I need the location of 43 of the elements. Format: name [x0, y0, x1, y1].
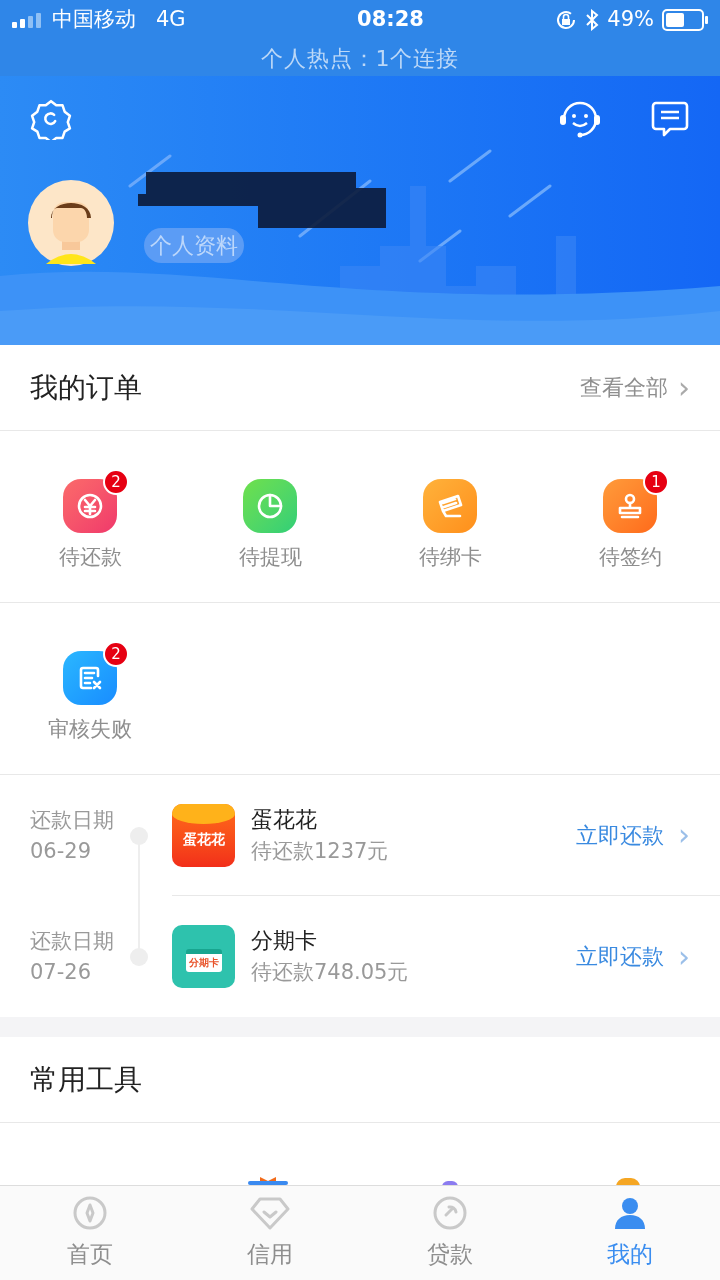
pie-chart-icon	[243, 479, 297, 533]
app-logo: 蛋花花	[172, 803, 235, 867]
repay-now-link[interactable]: 立即还款 ›	[576, 940, 690, 973]
tab-item[interactable]: 信用	[180, 1186, 360, 1280]
view-all-link[interactable]: 查看全部 ›	[580, 371, 690, 404]
card-logo: 分期卡	[172, 925, 235, 988]
bluetooth-icon	[585, 9, 600, 31]
order-item[interactable]: 1 待签约	[540, 465, 720, 568]
amount-due: 待还款748.05元	[251, 962, 410, 983]
due-date: 06-29	[30, 840, 93, 862]
tab-item[interactable]: 贷款	[360, 1186, 540, 1280]
order-item[interactable]: 待提现	[180, 465, 360, 568]
clock: 08:28	[357, 6, 424, 34]
tab-item[interactable]: 我的	[540, 1186, 720, 1280]
network-type: 4G	[156, 6, 186, 34]
section-title: 常用工具	[30, 1061, 142, 1098]
battery-icon	[662, 9, 708, 31]
due-date: 07-26	[30, 961, 93, 983]
lender-name: 分期卡	[251, 930, 318, 952]
due-date-label: 还款日期	[30, 930, 115, 952]
count-badge: 2	[103, 641, 129, 667]
messages-button[interactable]	[650, 99, 690, 139]
order-item[interactable]: 2 待还款	[0, 465, 180, 568]
carrier-name: 中国移动	[52, 6, 136, 34]
section-title: 我的订单	[30, 369, 142, 406]
profile-link[interactable]: 个人资料	[144, 227, 244, 263]
order-item[interactable]: 待绑卡	[360, 465, 540, 568]
count-badge: 2	[103, 469, 129, 495]
battery-percent: 49%	[607, 6, 654, 34]
tab-item[interactable]: 首页	[0, 1186, 180, 1280]
count-badge: 1	[643, 469, 669, 495]
compass-icon	[72, 1194, 108, 1231]
signal-icon	[12, 12, 44, 28]
settings-button[interactable]	[30, 98, 72, 140]
order-item[interactable]: 2 审核失败	[0, 637, 180, 740]
rotation-lock-icon	[555, 9, 578, 31]
gauge-icon	[432, 1194, 468, 1231]
repay-now-link[interactable]: 立即还款 ›	[576, 818, 690, 852]
card-icon	[423, 479, 477, 533]
amount-due: 待还款1237元	[251, 840, 390, 862]
hotspot-text: 个人热点：1个连接	[260, 44, 460, 73]
due-date-label: 还款日期	[30, 809, 115, 831]
lender-name: 蛋花花	[251, 808, 318, 831]
